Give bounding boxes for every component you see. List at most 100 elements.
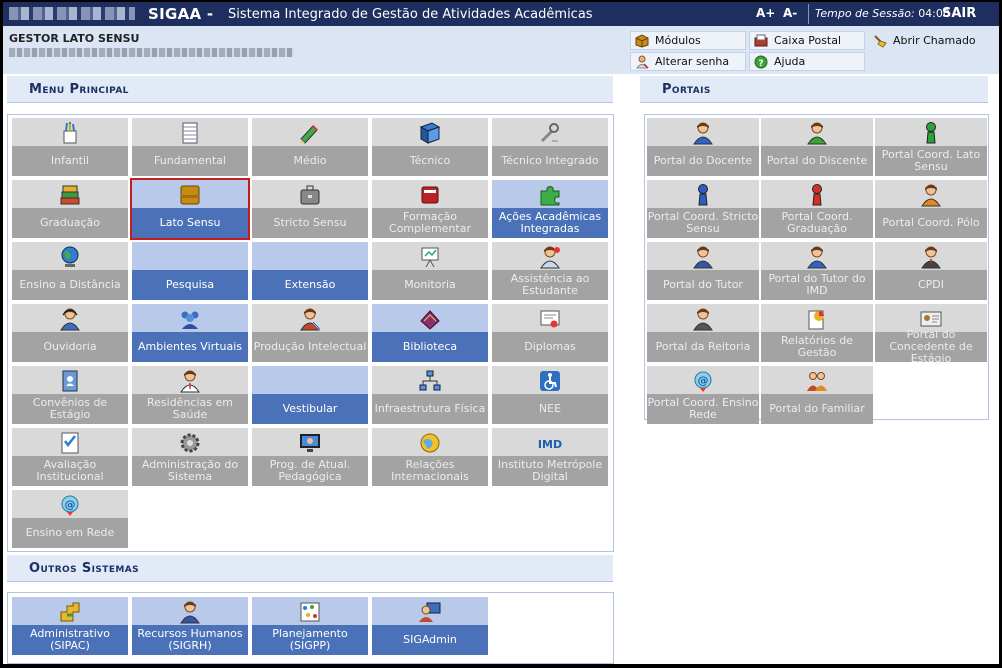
monitor-icon xyxy=(252,430,368,455)
tile-label: Assistência ao Estudante xyxy=(492,270,608,300)
tile-label: Produção Intelectual xyxy=(252,332,368,362)
tile-label: Portal do Familiar xyxy=(761,394,873,424)
menu-tile-diplomas[interactable]: Diplomas xyxy=(492,304,608,362)
tile-label: Relações Internacionais xyxy=(372,456,488,486)
portal-tile-relatorios-de-gestao[interactable]: Relatórios de Gestão xyxy=(761,304,873,362)
svg-text:@: @ xyxy=(65,498,76,511)
logout-button[interactable]: SAIR xyxy=(942,6,976,21)
menu-tile-tecnico-integrado[interactable]: Técnico Integrado xyxy=(492,118,608,176)
menu-tile-nee[interactable]: NEE xyxy=(492,366,608,424)
tile-label: Ouvidoria xyxy=(12,332,128,362)
portal-tile-portal-do-familiar[interactable]: Portal do Familiar xyxy=(761,366,873,424)
modules-button[interactable]: Módulos xyxy=(630,31,746,50)
other-systems-title: Outros Sistemas xyxy=(29,561,139,576)
portal-tile-cpdi[interactable]: CPDI xyxy=(875,242,987,300)
blank-icon xyxy=(252,244,368,269)
menu-tile-graduacao[interactable]: Graduação xyxy=(12,180,128,238)
menu-tile-ouvidoria[interactable]: Ouvidoria xyxy=(12,304,128,362)
planning-icon xyxy=(252,599,368,624)
portals-header: Portais xyxy=(640,76,988,103)
portal-tile-portal-coord-graduacao[interactable]: Portal Coord. Graduação xyxy=(761,180,873,238)
library-icon xyxy=(372,306,488,331)
admin-icon xyxy=(372,599,488,624)
tile-label: Portal do Tutor xyxy=(647,270,759,300)
menu-tile-tecnico[interactable]: Técnico xyxy=(372,118,488,176)
box-icon xyxy=(635,33,649,48)
user-role: GESTOR LATO SENSU xyxy=(9,32,140,45)
font-increase-button[interactable]: A+ xyxy=(756,6,775,20)
system-tile-recursos-humanos-sigrh[interactable]: Recursos Humanos (SIGRH) xyxy=(132,597,248,655)
portal-tile-portal-coord-lato-sensu[interactable]: Portal Coord. Lato Sensu xyxy=(875,118,987,176)
open-ticket-button[interactable]: Abrir Chamado xyxy=(868,31,986,50)
help-button[interactable]: ? Ajuda xyxy=(749,52,865,71)
tile-label: Portal do Docente xyxy=(647,146,759,176)
menu-tile-stricto-sensu[interactable]: Stricto Sensu xyxy=(252,180,368,238)
portal-tile-portal-coord-polo[interactable]: Portal Coord. Pólo xyxy=(875,180,987,238)
menu-tile-ensino-em-rede[interactable]: @ Ensino em Rede xyxy=(12,490,128,548)
tile-label: Diplomas xyxy=(492,332,608,362)
menu-tile-ensino-a-distancia[interactable]: Ensino a Distância xyxy=(12,242,128,300)
menu-tile-fundamental[interactable]: Fundamental xyxy=(132,118,248,176)
system-tile-administrativo-sipac[interactable]: Administrativo (SIPAC) xyxy=(12,597,128,655)
user-orange-icon xyxy=(875,182,987,207)
menu-tile-lato-sensu[interactable]: Lato Sensu xyxy=(130,178,250,240)
group-icon xyxy=(132,306,248,331)
menu-tile-vestibular[interactable]: Vestibular xyxy=(252,366,368,424)
user-hr-icon xyxy=(132,599,248,624)
menu-tile-assistencia-ao-estudante[interactable]: Assistência ao Estudante xyxy=(492,242,608,300)
portal-tile-portal-coord-ensino-rede[interactable]: @ Portal Coord. Ensino Rede xyxy=(647,366,759,424)
portal-tile-portal-da-reitoria[interactable]: Portal da Reitoria xyxy=(647,304,759,362)
menu-tile-pesquisa[interactable]: Pesquisa xyxy=(132,242,248,300)
menu-tile-residencias-em-saude[interactable]: Residências em Saúde xyxy=(132,366,248,424)
portal-tile-portal-coord-stricto-sensu[interactable]: Portal Coord. Stricto Sensu xyxy=(647,180,759,238)
tile-label: Ações Acadêmicas Integradas xyxy=(492,208,608,238)
system-tile-planejamento-sigpp[interactable]: Planejamento (SIGPP) xyxy=(252,597,368,655)
checklist-icon xyxy=(12,430,128,455)
system-tile-sigadmin[interactable]: SIGAdmin xyxy=(372,597,488,655)
tile-label: Portal Coord. Pólo xyxy=(875,208,987,238)
user-tutor-imd-icon xyxy=(761,244,873,269)
other-systems-panel: Administrativo (SIPAC) Recursos Humanos (… xyxy=(7,592,614,664)
tile-label: Ensino a Distância xyxy=(12,270,128,300)
tile-label: Stricto Sensu xyxy=(252,208,368,238)
portal-tile-portal-do-tutor[interactable]: Portal do Tutor xyxy=(647,242,759,300)
tile-label: Fundamental xyxy=(132,146,248,176)
tile-label: SIGAdmin xyxy=(372,625,488,655)
menu-tile-infraestrutura-fisica[interactable]: Infraestrutura Física xyxy=(372,366,488,424)
menu-tile-instituto-metropole-digital[interactable]: IMD Instituto Metrópole Digital xyxy=(492,428,608,486)
tile-label: Portal Coord. Lato Sensu xyxy=(875,146,987,176)
menu-tile-acoes-academicas-integradas[interactable]: Ações Acadêmicas Integradas xyxy=(492,180,608,238)
inbox-button[interactable]: Caixa Postal xyxy=(749,31,865,50)
menu-tile-avaliacao-institucional[interactable]: Avaliação Institucional xyxy=(12,428,128,486)
font-decrease-button[interactable]: A- xyxy=(783,6,797,20)
menu-tile-biblioteca[interactable]: Biblioteca xyxy=(372,304,488,362)
menu-tile-monitoria[interactable]: Monitoria xyxy=(372,242,488,300)
tile-label: Recursos Humanos (SIGRH) xyxy=(132,625,248,655)
change-password-button[interactable]: Alterar senha xyxy=(630,52,746,71)
menu-tile-relacoes-internacionais[interactable]: Relações Internacionais xyxy=(372,428,488,486)
menu-tile-prog-de-atual-pedagogica[interactable]: Prog. de Atual. Pedagógica xyxy=(252,428,368,486)
portal-tile-portal-do-tutor-do-imd[interactable]: Portal do Tutor do IMD xyxy=(761,242,873,300)
open-ticket-label: Abrir Chamado xyxy=(893,34,976,47)
menu-tile-administracao-do-sistema[interactable]: Administração do Sistema xyxy=(132,428,248,486)
modules-label: Módulos xyxy=(655,34,701,47)
system-full-name: Sistema Integrado de Gestão de Atividade… xyxy=(228,7,593,22)
tile-label: Pesquisa xyxy=(132,270,248,300)
main-menu-title: Menu Principal xyxy=(29,82,129,97)
portal-tile-portal-do-discente[interactable]: Portal do Discente xyxy=(761,118,873,176)
broom-icon xyxy=(873,34,887,48)
menu-tile-formacao-complementar[interactable]: Formação Complementar xyxy=(372,180,488,238)
tile-label: Infraestrutura Física xyxy=(372,394,488,424)
menu-tile-infantil[interactable]: Infantil xyxy=(12,118,128,176)
portal-tile-portal-do-concedente-de-estagio[interactable]: Portal do Concedente de Estágio xyxy=(875,304,987,365)
puzzle-yellow-icon xyxy=(12,599,128,624)
user-dean-icon xyxy=(647,306,759,331)
mailbox-icon xyxy=(754,34,768,48)
menu-tile-convenios-de-estagio[interactable]: Convênios de Estágio xyxy=(12,366,128,424)
portal-tile-portal-do-docente[interactable]: Portal do Docente xyxy=(647,118,759,176)
menu-tile-producao-intelectual[interactable]: Produção Intelectual xyxy=(252,304,368,362)
menu-tile-ambientes-virtuais[interactable]: Ambientes Virtuais xyxy=(132,304,248,362)
menu-tile-medio[interactable]: Médio xyxy=(252,118,368,176)
menu-tile-extensao[interactable]: Extensão xyxy=(252,242,368,300)
portals-panel: Portal do Docente Portal do Discente Porta… xyxy=(644,114,989,424)
